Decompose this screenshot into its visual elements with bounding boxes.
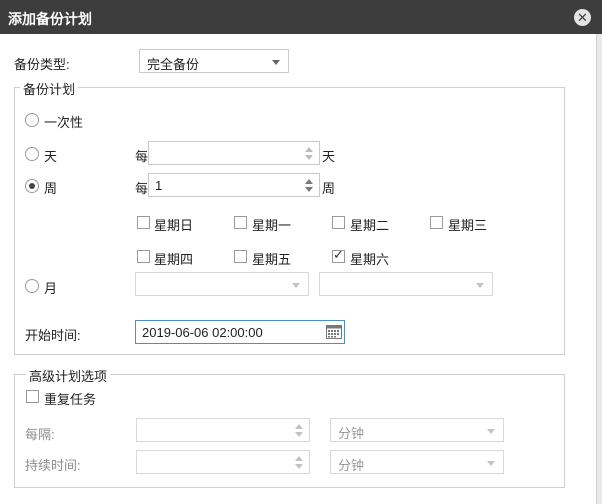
day-every-label: 每 [135,149,149,164]
interval-unit-value: 分钟 [338,426,365,441]
tuesday-label: 星期二 [350,218,390,233]
radio-once[interactable] [25,113,39,127]
duration-unit-select[interactable]: 分钟 [330,450,504,474]
chevron-down-icon [487,461,495,466]
week-every-label: 每 [135,181,149,196]
week-interval-value: 1 [155,178,163,193]
chevron-down-icon [476,283,484,288]
duration-label: 持续时间: [25,458,81,473]
monday-label: 星期一 [252,218,292,233]
checkbox-wednesday[interactable] [430,216,443,229]
spinner-down-icon[interactable] [305,155,313,160]
start-time-value: 2019-06-06 02:00:00 [142,325,263,340]
start-time-input[interactable]: 2019-06-06 02:00:00 [135,320,345,344]
repeat-task-label: 重复任务 [44,392,97,407]
spinner-down-icon[interactable] [305,187,313,192]
dialog-titlebar: 添加备份计划 ✕ [0,0,602,34]
duration-unit-value: 分钟 [338,458,365,473]
calendar-icon[interactable] [326,325,342,342]
spinner-up-icon[interactable] [295,424,303,429]
backup-type-value: 完全备份 [147,57,200,72]
checkbox-monday[interactable] [234,216,247,229]
week-label: 周 [44,181,58,196]
checkbox-repeat-task[interactable] [26,390,39,403]
radio-month[interactable] [25,279,39,293]
dialog-scroll-edge [596,34,602,504]
week-unit-label: 周 [322,181,336,196]
dialog-title: 添加备份计划 [8,11,92,27]
day-unit-label: 天 [322,149,336,164]
interval-label: 每隔: [25,427,55,442]
day-interval-input[interactable] [148,141,320,165]
checkbox-sunday[interactable] [137,216,150,229]
checkbox-friday[interactable] [234,250,247,263]
spinner-up-icon[interactable] [295,456,303,461]
once-label: 一次性 [44,115,84,130]
spinner-down-icon[interactable] [295,464,303,469]
chevron-down-icon [487,429,495,434]
close-button[interactable]: ✕ [574,9,591,26]
month-label: 月 [44,281,58,296]
chevron-down-icon [292,283,300,288]
checkbox-saturday[interactable]: ✓ [332,247,345,263]
thursday-label: 星期四 [154,252,194,267]
checkbox-tuesday[interactable] [332,216,345,229]
week-interval-input[interactable]: 1 [148,173,320,197]
interval-input[interactable] [136,418,310,442]
close-icon: ✕ [577,10,588,25]
checkmark-icon: ✓ [333,247,344,262]
spinner-up-icon[interactable] [305,179,313,184]
spinner-up-icon[interactable] [305,147,313,152]
duration-input[interactable] [136,450,310,474]
month-select-2[interactable] [319,272,493,296]
advanced-legend: 高级计划选项 [26,366,111,385]
radio-week[interactable] [25,179,39,193]
friday-label: 星期五 [252,252,292,267]
backup-type-select[interactable]: 完全备份 [139,49,289,73]
chevron-down-icon [272,60,280,65]
radio-day[interactable] [25,147,39,161]
spinner-down-icon[interactable] [295,432,303,437]
saturday-label: 星期六 [350,252,390,267]
schedule-legend: 备份计划 [20,79,79,98]
day-label: 天 [44,149,58,164]
radio-selected-dot [29,183,35,189]
interval-unit-select[interactable]: 分钟 [330,418,504,442]
backup-type-label: 备份类型: [14,57,70,72]
wednesday-label: 星期三 [448,218,488,233]
start-time-label: 开始时间: [25,328,81,343]
checkbox-thursday[interactable] [137,250,150,263]
sunday-label: 星期日 [154,218,194,233]
month-select-1[interactable] [135,272,309,296]
